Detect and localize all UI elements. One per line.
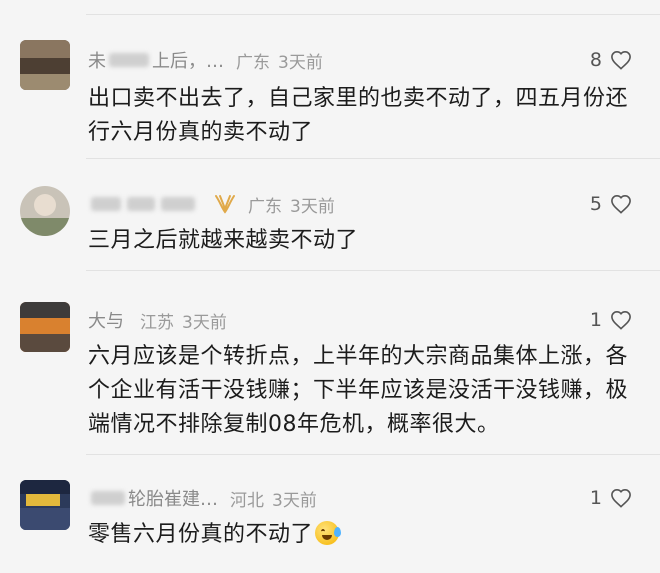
heart-outline-icon[interactable]	[610, 194, 632, 214]
heart-outline-icon[interactable]	[610, 50, 632, 70]
location-label: 江苏	[140, 312, 174, 333]
timestamp: 3天前	[182, 312, 227, 333]
timestamp: 3天前	[278, 52, 323, 73]
avatar[interactable]	[20, 186, 70, 236]
crying-laughing-emoji	[315, 521, 342, 545]
avatar[interactable]	[20, 302, 70, 352]
location-label: 广东	[248, 196, 282, 217]
timestamp: 3天前	[272, 490, 317, 511]
redacted-name	[127, 197, 155, 211]
redacted-name	[91, 491, 125, 505]
location-label: 河北	[230, 490, 264, 511]
redacted-name	[161, 197, 195, 211]
divider	[86, 270, 660, 271]
redacted-name	[109, 53, 149, 67]
like-count: 1	[589, 309, 602, 331]
heart-outline-icon[interactable]	[610, 310, 632, 330]
avatar[interactable]	[20, 480, 70, 530]
avatar[interactable]	[20, 40, 70, 90]
heart-outline-icon[interactable]	[610, 488, 632, 508]
divider	[86, 158, 660, 159]
user-name-tail[interactable]: 轮胎崔建…	[128, 485, 218, 511]
user-name[interactable]: 大与	[88, 307, 124, 333]
divider	[86, 454, 660, 455]
like-control[interactable]: 8	[590, 48, 632, 72]
like-count: 8	[589, 49, 602, 71]
comment-meta: 轮胎崔建… 河北 3天前	[88, 485, 317, 511]
location-label: 广东	[236, 52, 270, 73]
like-control[interactable]: 1	[590, 308, 632, 332]
comment-meta: 未 上后，… 广东 3天前	[88, 47, 323, 73]
comment-text: 零售六月份真的不动了	[88, 522, 314, 547]
like-control[interactable]: 1	[590, 486, 632, 510]
comment-meta: 广东 3天前	[88, 192, 335, 217]
user-name-tail[interactable]: 上后，…	[152, 47, 224, 73]
top-divider	[86, 14, 660, 15]
comment-text-wrap: 零售六月份真的不动了	[88, 518, 643, 552]
redacted-name	[91, 197, 121, 211]
timestamp: 3天前	[290, 196, 335, 217]
user-name[interactable]: 未	[88, 47, 106, 73]
comment-text: 六月应该是个转折点，上半年的大宗商品集体上涨，各个企业有活干没钱赚；下半年应该是…	[88, 344, 629, 437]
gold-badge-icon	[215, 195, 235, 214]
comment-meta: 大与 江苏 3天前	[88, 307, 227, 333]
like-control[interactable]: 5	[590, 192, 632, 216]
like-count: 1	[589, 487, 602, 509]
like-count: 5	[589, 193, 602, 215]
comment-text: 三月之后就越来越卖不动了	[88, 228, 359, 253]
comment-text: 出口卖不出去了，自己家里的也卖不动了，四五月份还行六月份真的卖不动了	[88, 86, 629, 145]
